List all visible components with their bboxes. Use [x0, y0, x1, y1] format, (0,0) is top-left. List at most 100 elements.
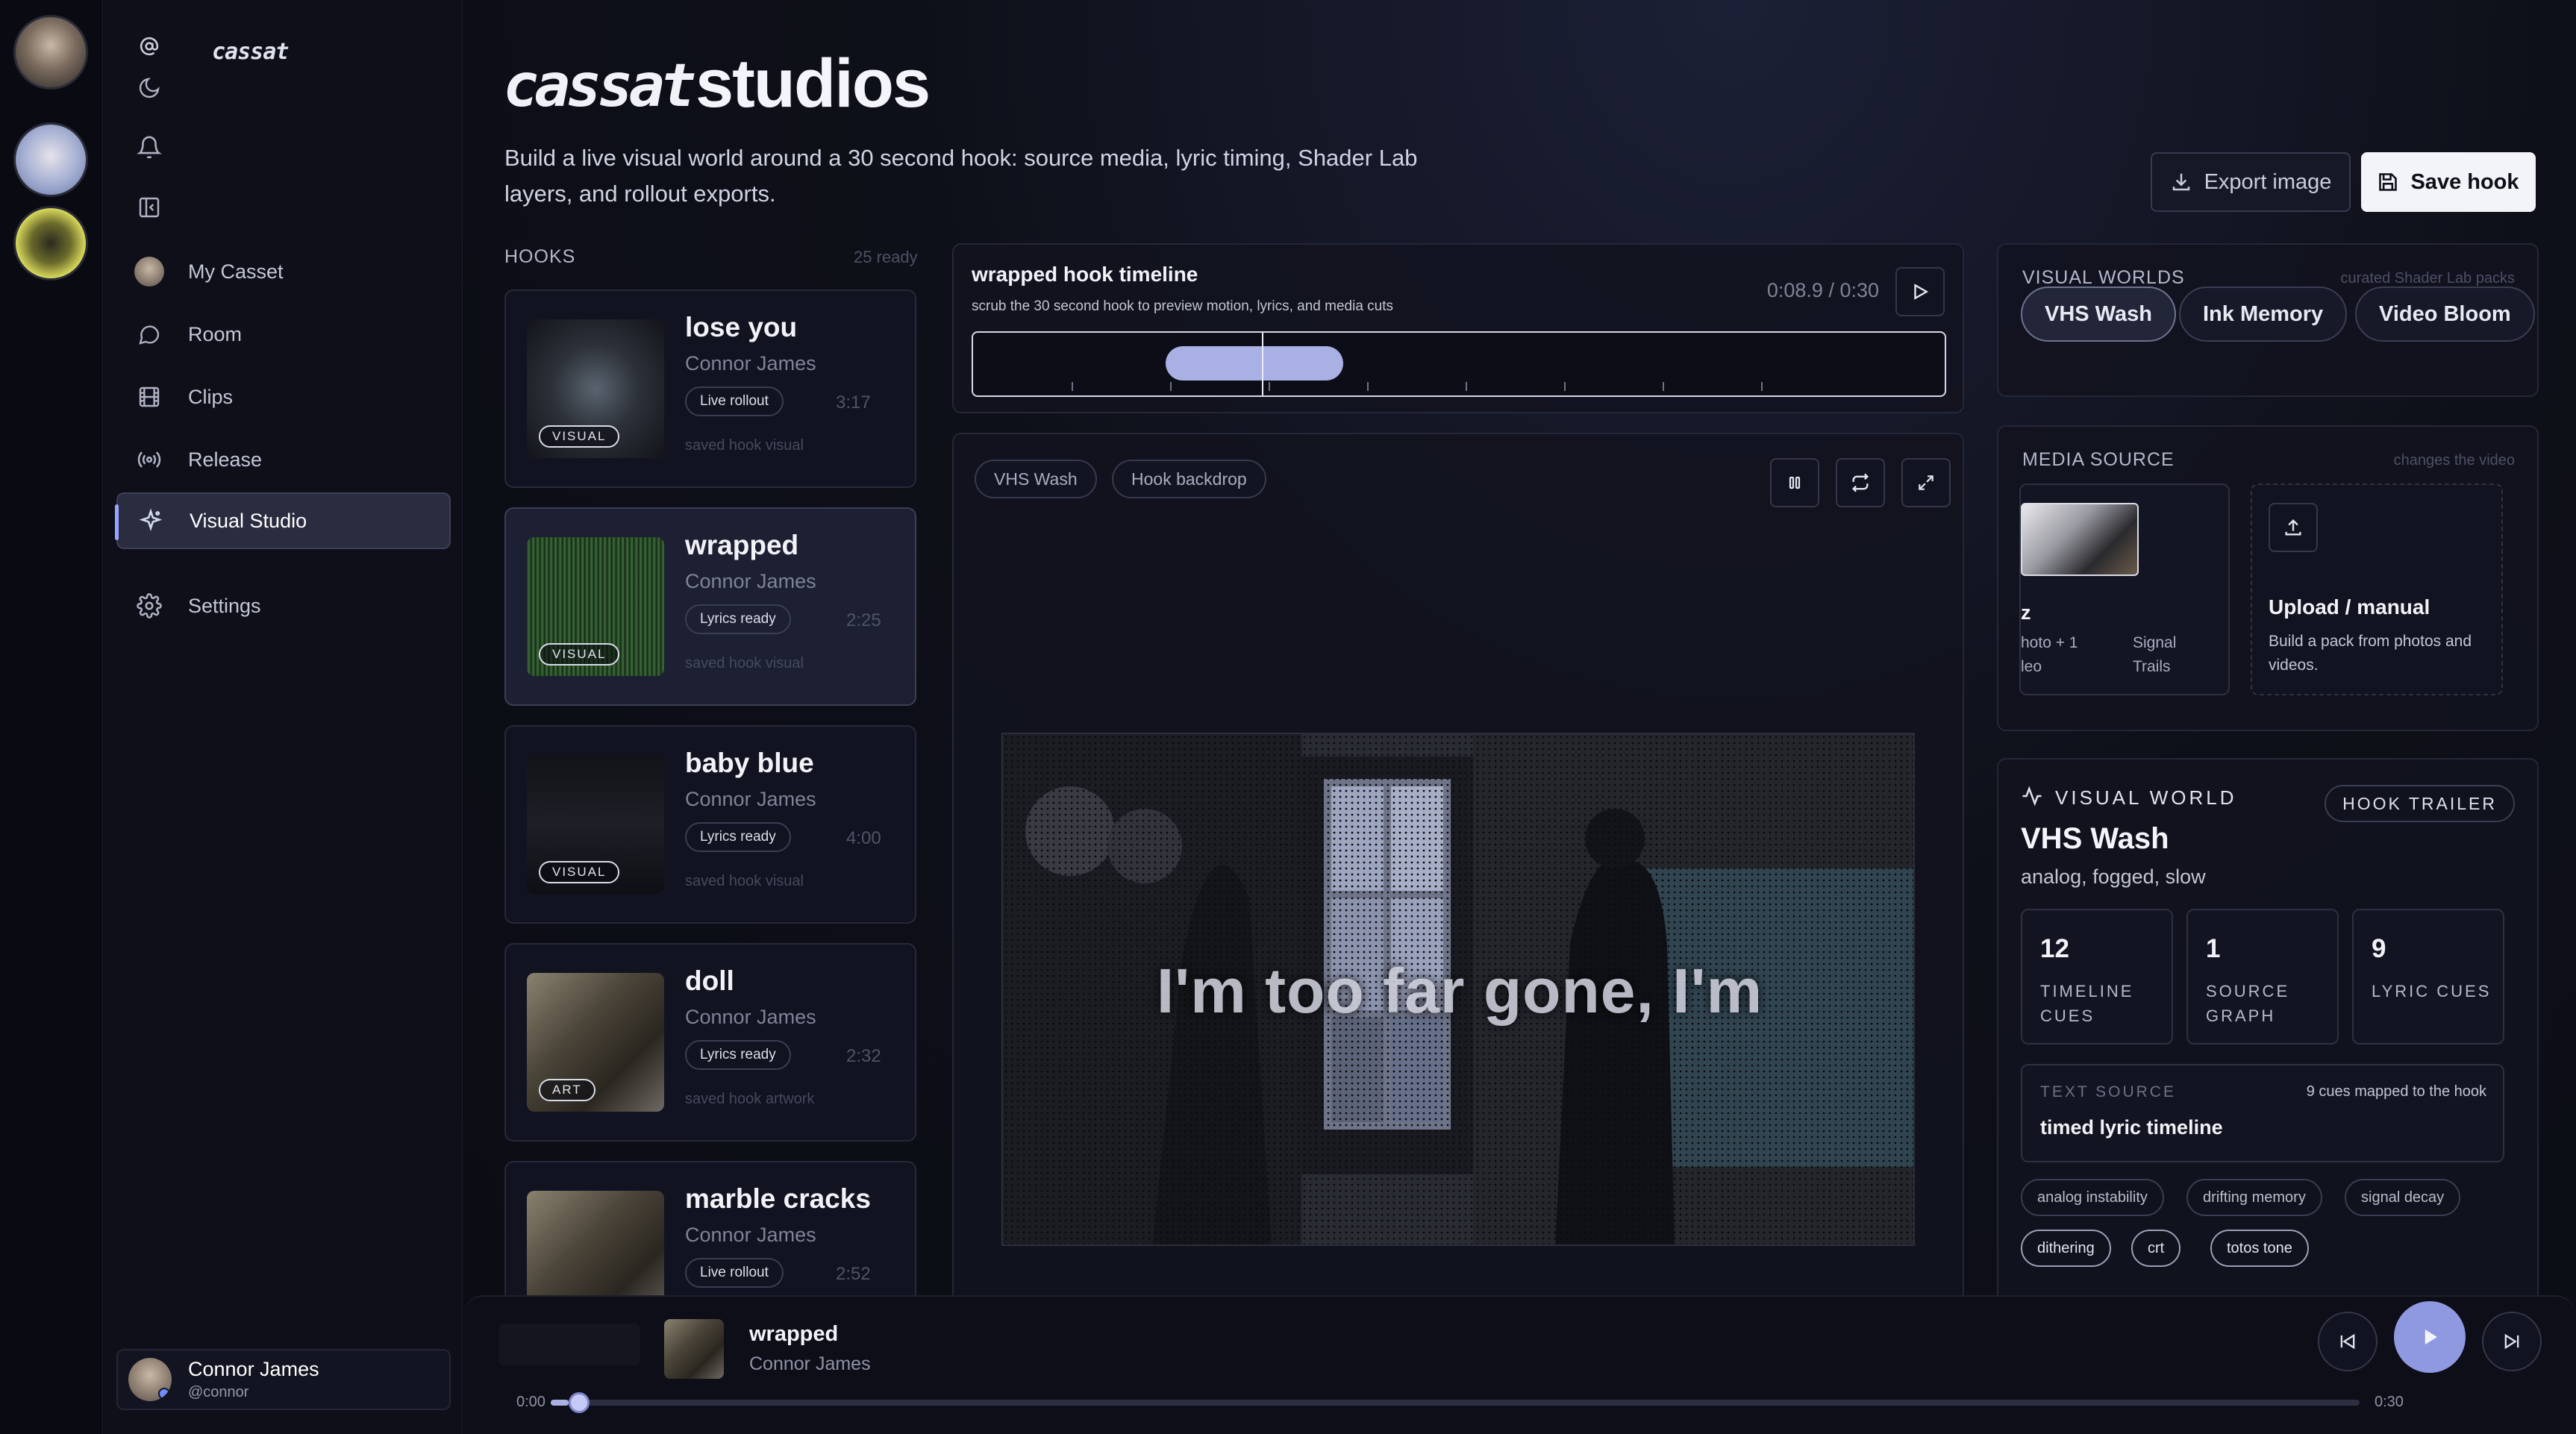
- stat-source-graph: 1 SOURCE GRAPH: [2186, 909, 2339, 1045]
- hook-title: doll: [685, 965, 734, 996]
- timeline-range-handle[interactable]: [1166, 346, 1343, 381]
- at-sign-icon[interactable]: [133, 30, 166, 63]
- hook-thumbnail: ART: [527, 973, 664, 1112]
- hook-artist: Connor James: [685, 1006, 816, 1028]
- style-tag[interactable]: crt: [2131, 1230, 2181, 1267]
- broadcast-icon: [133, 443, 166, 476]
- world-option-video-bloom[interactable]: Video Bloom: [2355, 287, 2535, 342]
- previous-button[interactable]: [2318, 1312, 2378, 1371]
- hook-duration: 2:32: [846, 1046, 881, 1066]
- hook-thumbnail: VISUAL: [527, 537, 664, 676]
- world-option-vhs-wash[interactable]: VHS Wash: [2021, 287, 2176, 342]
- next-button[interactable]: [2482, 1312, 2542, 1371]
- collapse-sidebar-icon[interactable]: [133, 191, 166, 224]
- now-playing-thumbnail: [664, 1319, 724, 1379]
- sidebar-item-room[interactable]: Room: [116, 306, 451, 363]
- media-pack-meta-right: Signal Trails: [2133, 631, 2176, 679]
- sidebar-item-my-casset[interactable]: My Casset: [116, 243, 451, 300]
- player-progress-track[interactable]: [551, 1392, 2360, 1413]
- style-tag[interactable]: dithering: [2021, 1230, 2111, 1267]
- upload-manual-card[interactable]: Upload / manual Build a pack from photos…: [2251, 483, 2503, 695]
- account-avatar-3[interactable]: [13, 206, 88, 281]
- page-subtitle: Build a live visual world around a 30 se…: [504, 145, 1418, 207]
- play-icon: [2425, 1330, 2437, 1344]
- stat-label: LYRIC CUES: [2372, 982, 2492, 1001]
- world-option-ink-memory[interactable]: Ink Memory: [2179, 287, 2348, 342]
- stat-timeline-cues: 12 TIMELINE CUES: [2021, 909, 2173, 1045]
- media-pack-card[interactable]: z hoto + 1 leo Signal Trails: [2019, 483, 2230, 695]
- stage-chip-layer[interactable]: Hook backdrop: [1112, 460, 1266, 498]
- fullscreen-button[interactable]: [1901, 458, 1951, 507]
- style-tag[interactable]: totos tone: [2210, 1230, 2309, 1267]
- pause-button[interactable]: [1770, 458, 1819, 507]
- sparkle-icon: [134, 504, 167, 537]
- stat-value: 9: [2372, 934, 2386, 963]
- loop-button[interactable]: [1836, 458, 1885, 507]
- stat-value: 1: [2206, 934, 2221, 963]
- hook-trailer-badge[interactable]: HOOK TRAILER: [2325, 785, 2515, 822]
- stat-value: 12: [2040, 934, 2069, 963]
- account-avatar-2[interactable]: [13, 122, 88, 197]
- hook-card-baby-blue[interactable]: VISUAL baby blue Connor James Lyrics rea…: [504, 725, 916, 924]
- film-icon: [133, 381, 166, 413]
- moon-icon[interactable]: [133, 72, 166, 104]
- media-source-label: MEDIA SOURCE: [2022, 449, 2175, 470]
- stat-label: SOURCE GRAPH: [2206, 982, 2290, 1025]
- sidebar-item-visual-studio[interactable]: Visual Studio: [115, 492, 451, 549]
- account-rail: [0, 0, 103, 1434]
- profile-card[interactable]: Connor James @connor: [116, 1349, 451, 1410]
- page-title: studios: [695, 46, 931, 122]
- save-hook-button[interactable]: Save hook: [2361, 152, 2536, 212]
- player-placeholder: [498, 1324, 640, 1365]
- stage-panel: VHS Wash Hook backdrop I'm too far gone,…: [952, 433, 1964, 1295]
- play-button[interactable]: [2394, 1301, 2466, 1373]
- media-pack-meta-line: leo: [2021, 658, 2042, 675]
- hooks-label: HOOKS: [504, 246, 576, 267]
- hook-card-lose-you[interactable]: VISUAL lose you Connor James Live rollou…: [504, 289, 916, 488]
- chat-bubble-icon: [133, 318, 166, 351]
- save-icon: [2379, 173, 2398, 191]
- main-content: cassat studios Build a live visual world…: [463, 0, 2576, 1434]
- timeline-playhead[interactable]: [1262, 333, 1263, 395]
- timeline-play-button[interactable]: [1895, 267, 1945, 316]
- hook-type-badge: VISUAL: [539, 425, 620, 448]
- hook-card-doll[interactable]: ART doll Connor James Lyrics ready 2:32 …: [504, 943, 916, 1142]
- hook-title: baby blue: [685, 748, 814, 778]
- avatar-icon: [133, 255, 166, 288]
- timeline-scrubber[interactable]: [972, 331, 1946, 397]
- account-avatar-1[interactable]: [13, 15, 88, 90]
- export-image-button[interactable]: Export image: [2151, 152, 2351, 212]
- stage-chip-world[interactable]: VHS Wash: [975, 460, 1097, 498]
- app-logo: cassat: [212, 39, 289, 65]
- hook-title: lose you: [685, 312, 798, 342]
- style-tag[interactable]: analog instability: [2021, 1179, 2164, 1216]
- hook-saved-note: saved hook visual: [685, 655, 804, 671]
- player-progress-handle[interactable]: [569, 1392, 590, 1413]
- hooks-count: 25 ready: [854, 248, 918, 266]
- sidebar-item-clips[interactable]: Clips: [116, 369, 451, 425]
- hook-thumbnail: VISUAL: [527, 319, 664, 458]
- timeline-tick: [1367, 382, 1369, 391]
- visual-world-description: analog, fogged, slow: [2021, 865, 2206, 888]
- bell-icon[interactable]: [133, 131, 166, 164]
- media-source-aside: changes the video: [2393, 452, 2515, 469]
- hook-title: wrapped: [685, 530, 799, 560]
- hook-type-badge: VISUAL: [539, 643, 620, 666]
- sidebar-item-release[interactable]: Release: [116, 431, 451, 488]
- sidebar-item-label: Room: [188, 322, 243, 345]
- sidebar-item-settings[interactable]: Settings: [116, 577, 451, 634]
- hook-saved-note: saved hook artwork: [685, 1091, 815, 1107]
- timeline-panel: wrapped hook timeline scrub the 30 secon…: [952, 243, 1964, 413]
- media-pack-meta-line: hoto + 1: [2021, 634, 2078, 651]
- now-playing-bar: wrapped Connor James 0:00 0:30: [463, 1295, 2576, 1434]
- timeline-tick: [1564, 382, 1566, 391]
- hook-card-marble-cracks[interactable]: marble cracks Connor James Live rollout …: [504, 1161, 916, 1295]
- text-source-card[interactable]: TEXT SOURCE 9 cues mapped to the hook ti…: [2021, 1064, 2504, 1162]
- skip-back-icon: [2340, 1333, 2355, 1350]
- activity-icon: [2022, 786, 2042, 807]
- hook-card-wrapped[interactable]: VISUAL wrapped Connor James Lyrics ready…: [504, 507, 916, 706]
- skip-forward-icon: [2504, 1333, 2519, 1350]
- style-tag[interactable]: drifting memory: [2186, 1179, 2322, 1216]
- sidebar-item-label: Settings: [188, 594, 261, 617]
- style-tag[interactable]: signal decay: [2345, 1179, 2461, 1216]
